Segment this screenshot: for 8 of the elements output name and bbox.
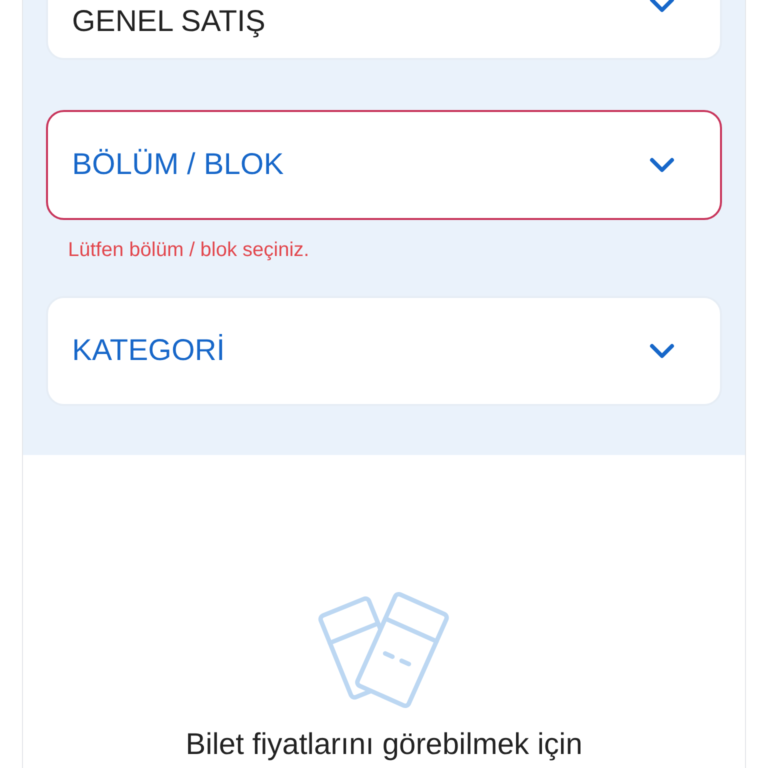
chevron-down-icon	[649, 157, 675, 173]
chevron-down-icon	[649, 0, 675, 13]
select-dropdown[interactable]: GENEL SATIŞ	[46, 0, 722, 60]
empty-state-message: Bilet fiyatlarını görebilmek için	[186, 728, 582, 762]
error-message: Lütfen bölüm / blok seçiniz.	[68, 238, 310, 262]
select-dropdown[interactable]: KATEGORİ	[46, 296, 722, 406]
chevron-down-icon	[649, 343, 675, 359]
select-dropdown[interactable]: BÖLÜM / BLOK	[46, 110, 722, 220]
